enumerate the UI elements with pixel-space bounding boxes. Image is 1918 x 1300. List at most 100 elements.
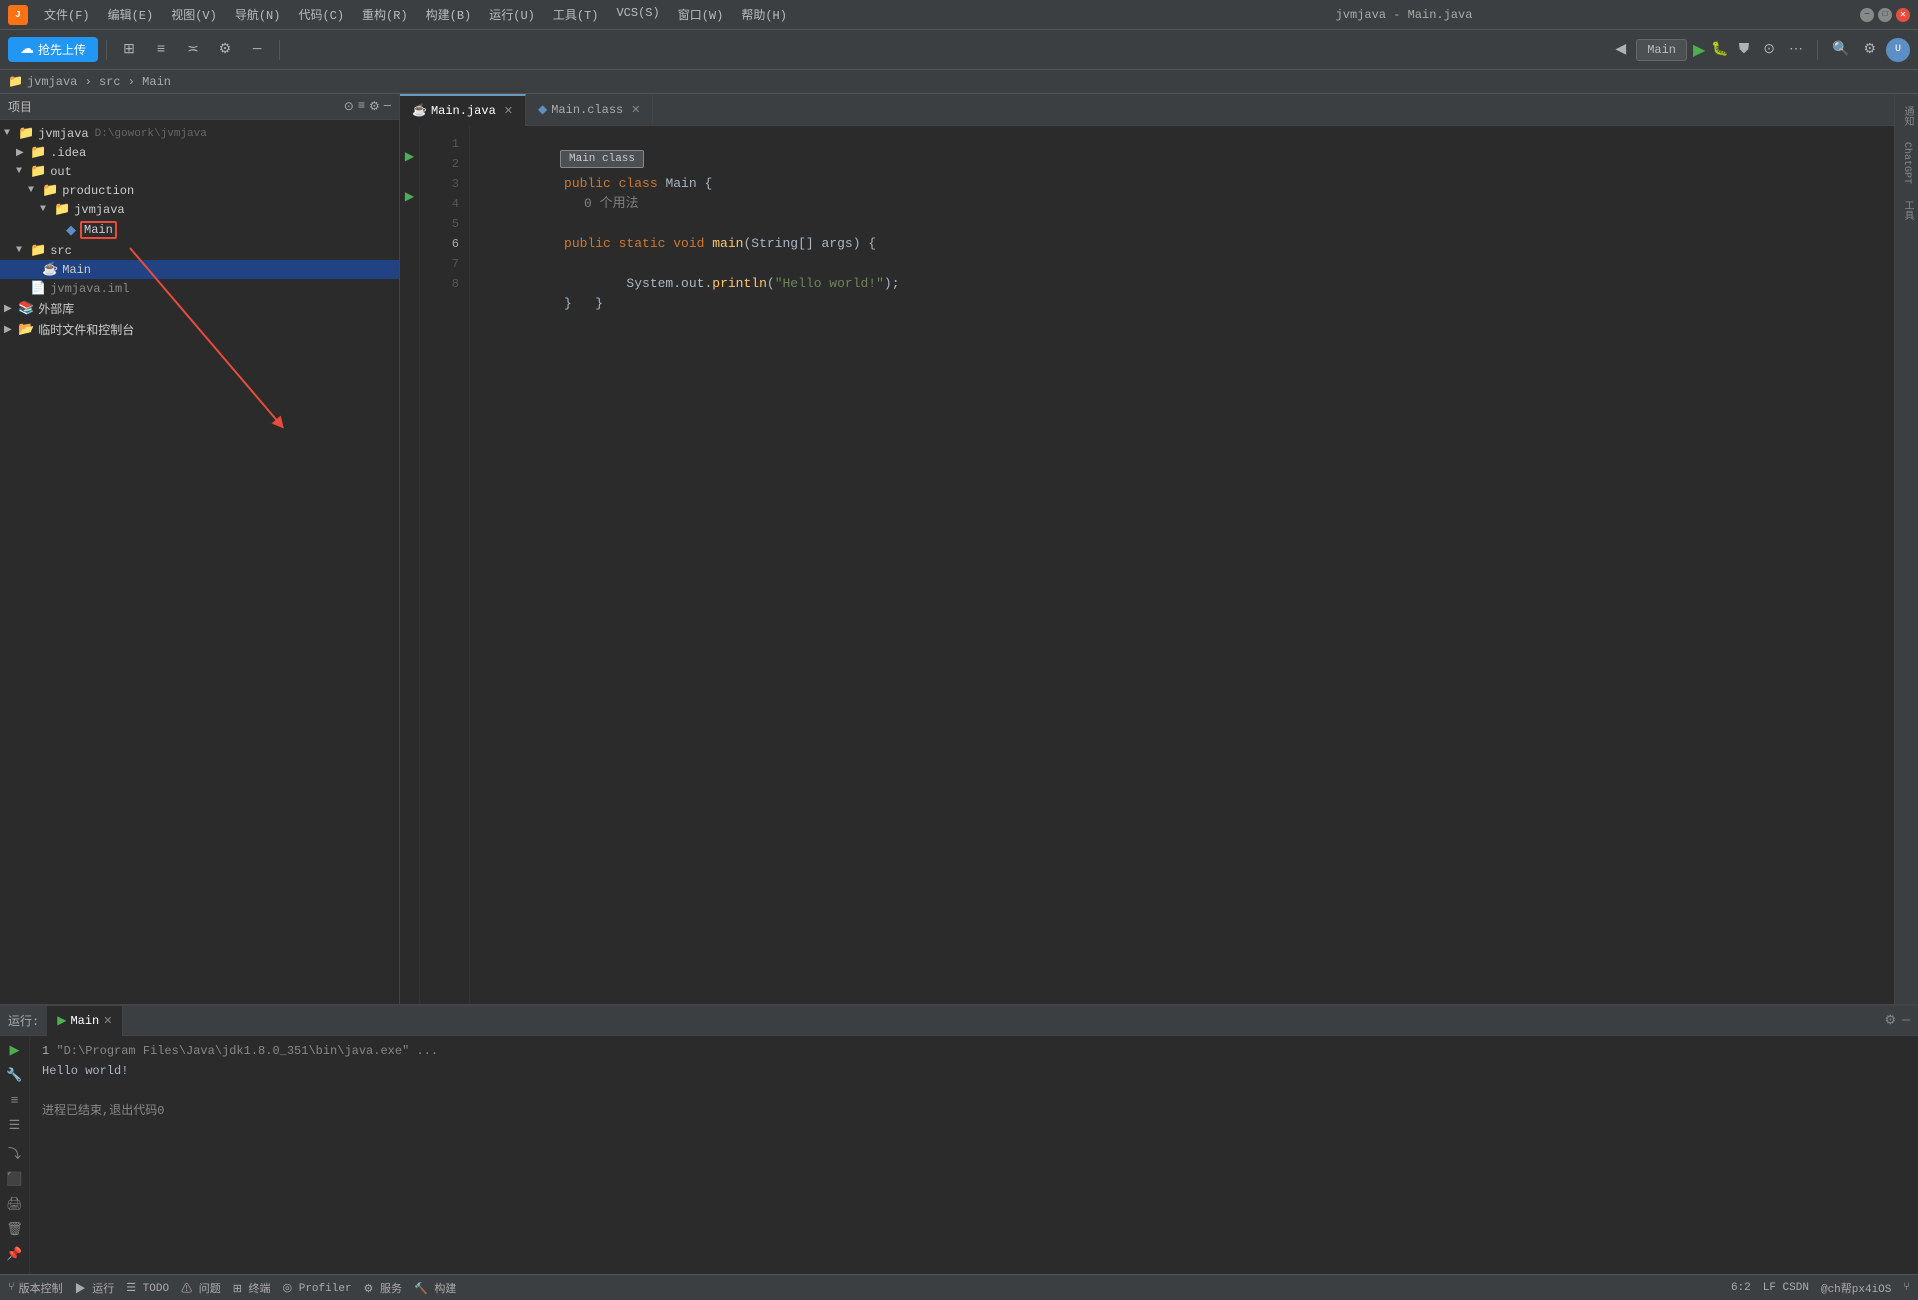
status-vcs[interactable]: ⑂ 版本控制 [8, 1280, 63, 1296]
panel-delete-icon[interactable]: 🗑 [3, 1219, 26, 1240]
gutter-line-2[interactable]: ▶ [400, 146, 419, 166]
menu-refactor[interactable]: 重构(R) [354, 4, 416, 25]
menu-help[interactable]: 帮助(H) [733, 4, 795, 25]
settings-button[interactable]: ⚙ [211, 36, 239, 64]
sidebar-close-icon[interactable]: ─ [384, 99, 391, 114]
more-button[interactable]: ⋯ [1785, 39, 1807, 60]
tree-item-jvmjava-out[interactable]: ▼ 📁 jvmjava [0, 200, 399, 219]
console-output[interactable]: 1 "D:\Program Files\Java\jdk1.8.0_351\bi… [30, 1036, 1918, 1274]
panel-step-icon[interactable]: ⤵ [5, 1140, 24, 1165]
sidebar-expand-icon[interactable]: ≡ [358, 99, 365, 114]
menu-window[interactable]: 窗口(W) [670, 4, 732, 25]
tree-item-jvmjava[interactable]: ▼ 📁 jvmjava D:\gowork\jvmjava [0, 124, 399, 143]
panel-tab-close[interactable]: ✕ [103, 1014, 112, 1028]
cloud-upload-button[interactable]: ☁ 抢先上传 [8, 37, 98, 62]
sidebar-icons: ⊙ ≡ ⚙ ─ [344, 99, 391, 114]
tree-item-temp[interactable]: ▶ 📂 临时文件和控制台 [0, 319, 399, 340]
tree-item-idea[interactable]: ▶ 📁 .idea [0, 143, 399, 162]
right-icon-notifications[interactable]: 通知 [1899, 102, 1914, 130]
menu-tools[interactable]: 工具(T) [545, 4, 607, 25]
menu-build[interactable]: 构建(B) [418, 4, 480, 25]
panel-run-icon[interactable]: ▶ [7, 1040, 23, 1061]
panel-tool-icon[interactable]: 🔧 [3, 1065, 25, 1086]
line-numbers: 1 2 3 4 5 6 7 8 [420, 126, 470, 1004]
tree-item-production[interactable]: ▼ 📁 production [0, 181, 399, 200]
toolbar-button-5[interactable]: ─ [243, 36, 271, 64]
tab-main-class[interactable]: ◆ Main.class ✕ [526, 94, 653, 126]
toolbar-button-2[interactable]: ≡ [147, 36, 175, 64]
status-problems-label: ⚠ 问题 [181, 1280, 221, 1296]
menu-edit[interactable]: 编辑(E) [100, 4, 162, 25]
menu-file[interactable]: 文件(F) [36, 4, 98, 25]
profile-button[interactable]: ⊙ [1759, 39, 1779, 60]
status-user[interactable]: @ch帮px4iOS [1821, 1280, 1891, 1296]
class-icon-main-out: ◆ [66, 223, 76, 238]
tree-arrow-jvmjava-out: ▼ [40, 204, 52, 215]
tab-main-java-close[interactable]: ✕ [504, 104, 513, 118]
status-services[interactable]: ⚙ 服务 [364, 1280, 402, 1296]
tab-main-java[interactable]: ☕ Main.java ✕ [400, 94, 526, 126]
panel-minimize-icon[interactable]: ─ [1902, 1013, 1910, 1028]
tab-main-class-label: Main.class [551, 103, 623, 117]
paren2: ( [767, 276, 775, 291]
panel-print-icon[interactable]: 🖨 [3, 1194, 26, 1215]
right-icon-tools[interactable]: 工具 [1899, 196, 1914, 224]
code-content[interactable]: 0 个用法 public class Main { 0 个用法 public s… [470, 126, 1894, 1004]
run-config-dropdown[interactable]: Main [1636, 39, 1687, 61]
menu-run[interactable]: 运行(U) [481, 4, 543, 25]
coverage-button[interactable]: ⛊ [1735, 40, 1754, 60]
panel-stop-icon[interactable]: ⬛ [3, 1169, 25, 1190]
toolbar-separator-2 [279, 40, 280, 60]
tree-item-main-out[interactable]: ◆ Main [0, 219, 399, 241]
status-todo[interactable]: ☰ TODO [126, 1281, 169, 1295]
folder-icon-jvmjava-out: 📁 [54, 202, 70, 217]
run-button[interactable]: ▶ [1693, 40, 1705, 60]
println-ref: println [712, 276, 767, 291]
debug-button[interactable]: 🐛 [1711, 41, 1728, 58]
project-structure-button[interactable]: ⊞ [115, 36, 143, 64]
sidebar-settings-icon[interactable]: ⚙ [369, 99, 380, 114]
status-position[interactable]: 6:2 [1731, 1280, 1751, 1296]
comment-methods-1: 0 个用法 [564, 156, 619, 171]
user-avatar[interactable]: U [1886, 38, 1910, 62]
search-everywhere-button[interactable]: 🔍 [1828, 39, 1853, 60]
run-line-icon-4[interactable]: ▶ [405, 189, 414, 204]
menu-vcs[interactable]: VCS(S) [608, 4, 667, 25]
menu-code[interactable]: 代码(C) [290, 4, 352, 25]
status-run[interactable]: ▶ 运行 [75, 1280, 115, 1296]
tab-main-java-label: Main.java [431, 104, 496, 118]
tree-item-main-src[interactable]: ☕ Main [0, 260, 399, 279]
status-build[interactable]: 🔨 构建 [414, 1280, 456, 1296]
minimize-button[interactable]: ─ [1860, 8, 1874, 22]
run-line-icon-2[interactable]: ▶ [405, 149, 414, 164]
toolbar-button-3[interactable]: ≍ [179, 36, 207, 64]
tree-item-src[interactable]: ▼ 📁 src [0, 241, 399, 260]
panel-settings-icon[interactable]: ⚙ [1885, 1013, 1897, 1028]
tree-item-iml[interactable]: 📄 jvmjava.iml [0, 279, 399, 298]
settings-2-button[interactable]: ⚙ [1859, 39, 1880, 60]
maximize-button[interactable]: □ [1878, 8, 1892, 22]
close-button[interactable]: ✕ [1896, 8, 1910, 22]
panel-list2-icon[interactable]: ☰ [6, 1115, 24, 1136]
status-encoding[interactable]: LF CSDN [1763, 1280, 1809, 1296]
panel-header-icons: ⚙ ─ [1885, 1013, 1910, 1028]
tree-item-out[interactable]: ▼ 📁 out [0, 162, 399, 181]
code-line-4: public static void main(String[] args) { [486, 194, 1878, 214]
menu-nav[interactable]: 导航(N) [227, 4, 289, 25]
gutter-line-4[interactable]: ▶ [400, 186, 419, 206]
back-button[interactable]: ◀ [1611, 39, 1630, 60]
status-profiler[interactable]: ◎ Profiler [283, 1281, 352, 1295]
right-icon-chatgpt[interactable]: ChatGPT [1901, 138, 1912, 188]
status-terminal[interactable]: ⊞ 终端 [233, 1280, 271, 1296]
sidebar-locate-icon[interactable]: ⊙ [344, 99, 354, 114]
folder-icon-idea: 📁 [30, 145, 46, 160]
panel-tab-main[interactable]: ▶ Main ✕ [47, 1006, 123, 1036]
tree-item-external[interactable]: ▶ 📚 外部库 [0, 298, 399, 319]
status-problems[interactable]: ⚠ 问题 [181, 1280, 221, 1296]
window-controls: ─ □ ✕ [1860, 8, 1910, 22]
status-git-icon[interactable]: ⑂ [1903, 1280, 1910, 1296]
tab-main-class-close[interactable]: ✕ [631, 103, 640, 117]
panel-list-icon[interactable]: ≡ [8, 1090, 22, 1111]
menu-view[interactable]: 视图(V) [163, 4, 225, 25]
panel-pin-icon[interactable]: 📌 [3, 1244, 25, 1265]
